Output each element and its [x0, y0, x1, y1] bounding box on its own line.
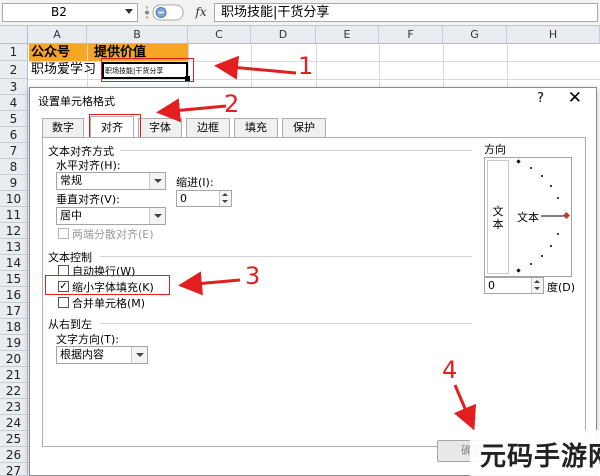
row-header-18[interactable]: 18	[0, 319, 28, 335]
column-header-b[interactable]: B	[87, 26, 188, 44]
degree-stepper[interactable]: 0	[484, 277, 544, 294]
row-header-14[interactable]: 14	[0, 255, 28, 271]
row-header-25[interactable]: 25	[0, 431, 28, 447]
row-header-24[interactable]: 24	[0, 415, 28, 431]
highlight-box-cell	[101, 58, 194, 82]
cell-a1[interactable]: 公众号	[29, 44, 87, 61]
column-header-e[interactable]: E	[316, 26, 379, 44]
help-icon[interactable]: ?	[537, 91, 544, 106]
row-header-20[interactable]: 20	[0, 351, 28, 367]
name-box[interactable]: B2	[2, 3, 138, 22]
annotation-number-1: 1	[298, 52, 314, 80]
tab-number[interactable]: 数字	[42, 118, 84, 137]
row-header-22[interactable]: 22	[0, 383, 28, 399]
formula-controls-icon	[145, 4, 184, 21]
column-header-c[interactable]: C	[188, 26, 251, 44]
row-header-7[interactable]: 7	[0, 143, 28, 159]
row-header-15[interactable]: 15	[0, 271, 28, 287]
column-header-a[interactable]: A	[28, 26, 87, 44]
text-direction-value: 根据内容	[60, 348, 104, 361]
insert-function-button[interactable]: fx	[190, 3, 212, 22]
section-divider	[100, 256, 472, 257]
row-header-9[interactable]: 9	[0, 175, 28, 191]
row-header-2[interactable]: 2	[0, 61, 28, 79]
row-header-11[interactable]: 11	[0, 207, 28, 223]
row-header-8[interactable]: 8	[0, 159, 28, 175]
row-header-26[interactable]: 26	[0, 447, 28, 463]
horizontal-align-value: 常规	[60, 174, 82, 187]
cell-a2[interactable]: 职场爱学习	[29, 61, 99, 79]
row-header-6[interactable]: 6	[0, 127, 28, 143]
indent-stepper[interactable]: 0	[176, 190, 232, 207]
column-header-f[interactable]: F	[379, 26, 443, 44]
horizontal-align-label: 水平对齐(H):	[56, 159, 121, 172]
column-header-d[interactable]: D	[251, 26, 316, 44]
tab-font[interactable]: 字体	[138, 118, 182, 137]
orientation-vertical-text[interactable]: 文本	[487, 160, 509, 274]
section-divider	[120, 150, 472, 151]
orientation-label: 方向	[484, 143, 506, 156]
watermark-overlay: 元码手游网	[470, 430, 600, 476]
annotation-number-3: 3	[245, 262, 261, 290]
indent-value: 0	[180, 192, 187, 205]
degree-value: 0	[488, 279, 495, 292]
name-box-dropdown-icon[interactable]	[125, 9, 133, 14]
row-header-12[interactable]: 12	[0, 223, 28, 239]
formula-input[interactable]: 职场技能|干货分享	[214, 3, 598, 22]
section-rtl: 从右到左	[48, 318, 92, 331]
spin-arrows-icon[interactable]	[219, 191, 231, 206]
spin-arrows-icon[interactable]	[531, 278, 543, 293]
tab-protection[interactable]: 保护	[282, 118, 326, 137]
annotation-number-4: 4	[442, 356, 458, 384]
row-header-16[interactable]: 16	[0, 287, 28, 303]
column-header-g[interactable]: G	[443, 26, 507, 44]
merge-cells-checkbox[interactable]	[58, 297, 69, 308]
row-header-3[interactable]: 3	[0, 79, 28, 95]
orientation-horizontal-text: 文本	[517, 211, 539, 224]
row-header-10[interactable]: 10	[0, 191, 28, 207]
row-header-21[interactable]: 21	[0, 367, 28, 383]
distributed-checkbox[interactable]	[58, 228, 69, 239]
formula-bar: B2 fx 职场技能|干货分享	[0, 0, 600, 26]
distributed-label: 两端分散对齐(E)	[72, 228, 154, 241]
vertical-align-value: 居中	[60, 209, 82, 222]
tab-border[interactable]: 边框	[186, 118, 230, 137]
row-header-13[interactable]: 13	[0, 239, 28, 255]
text-direction-select[interactable]: 根据内容	[56, 346, 148, 364]
horizontal-align-select[interactable]: 常规	[56, 172, 166, 190]
column-header-h[interactable]: H	[507, 26, 600, 44]
name-box-value: B2	[51, 5, 67, 19]
row-header-1[interactable]: 1	[0, 44, 28, 61]
vertical-align-label: 垂直对齐(V):	[56, 193, 120, 206]
section-divider	[100, 323, 472, 324]
row-header-17[interactable]: 17	[0, 303, 28, 319]
text-direction-label: 文字方向(T):	[56, 333, 120, 346]
tab-fill[interactable]: 填充	[234, 118, 278, 137]
degree-label: 度(D)	[547, 281, 576, 294]
close-icon[interactable]: ✕	[568, 88, 582, 108]
chevron-down-icon[interactable]	[131, 347, 147, 363]
row-header-27[interactable]: 27	[0, 463, 28, 476]
row-header-5[interactable]: 5	[0, 111, 28, 127]
dialog-title: 设置单元格格式	[38, 95, 115, 108]
chevron-down-icon[interactable]	[149, 208, 165, 224]
watermark-text: 元码手游网	[480, 442, 600, 472]
row-header-23[interactable]: 23	[0, 399, 28, 415]
vertical-align-select[interactable]: 居中	[56, 207, 166, 225]
orientation-control[interactable]: 文本 文本	[484, 157, 572, 277]
row-header-4[interactable]: 4	[0, 95, 28, 111]
select-all-corner[interactable]	[0, 26, 28, 44]
row-header-19[interactable]: 19	[0, 335, 28, 351]
annotation-number-2: 2	[224, 90, 240, 118]
highlight-box-shrink	[45, 275, 170, 295]
merge-cells-label: 合并单元格(M)	[72, 297, 146, 310]
indent-label: 缩进(I):	[176, 176, 214, 189]
chevron-down-icon[interactable]	[149, 173, 165, 189]
